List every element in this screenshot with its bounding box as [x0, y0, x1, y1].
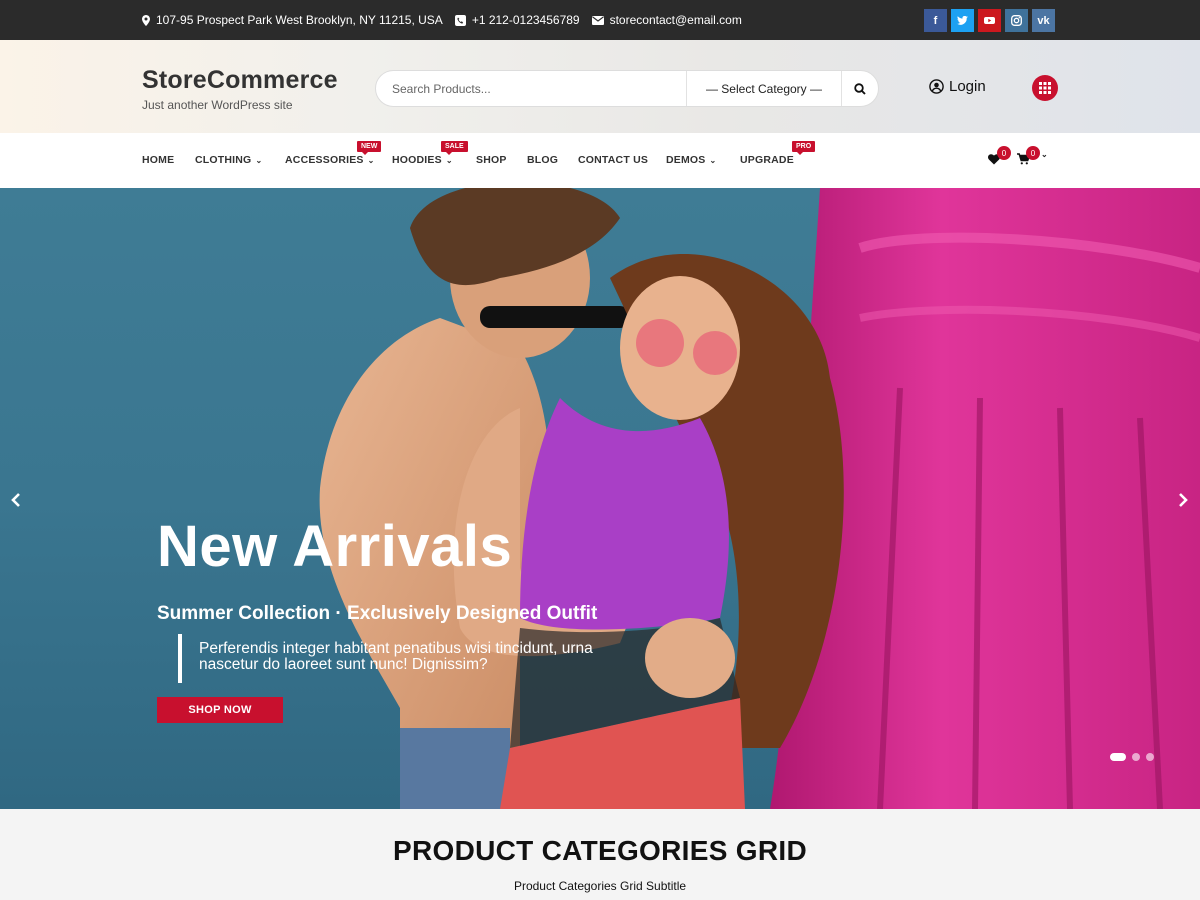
slider-pagination — [1110, 753, 1154, 761]
pro-badge: PRO — [792, 141, 816, 155]
search-icon — [854, 82, 866, 95]
facebook-icon[interactable]: f — [924, 9, 947, 32]
nav-item-hoodies[interactable]: HOODIES ⌄ — [392, 154, 453, 166]
search-button[interactable] — [842, 71, 878, 106]
product-categories-section: PRODUCT CATEGORIES GRID Product Categori… — [0, 809, 1200, 900]
section-title: PRODUCT CATEGORIES GRID — [393, 835, 807, 866]
address-text: 107-95 Prospect Park West Brooklyn, NY 1… — [156, 13, 443, 27]
nav-item-contact-us[interactable]: CONTACT US — [578, 154, 648, 166]
map-marker-icon — [142, 14, 150, 26]
nav-item-accessories[interactable]: ACCESSORIES ⌄ — [285, 154, 375, 166]
slide-dot[interactable] — [1110, 753, 1126, 761]
chevron-left-icon — [11, 493, 20, 507]
top-bar: 107-95 Prospect Park West Brooklyn, NY 1… — [0, 0, 1200, 40]
nav-label[interactable]: HOME — [142, 154, 174, 166]
slider-prev-button[interactable] — [8, 488, 24, 512]
site-header: StoreCommerce Just another WordPress sit… — [0, 40, 1200, 133]
nav-item-shop[interactable]: SHOP — [476, 154, 507, 166]
login-label[interactable]: Login — [949, 78, 986, 95]
nav-label[interactable]: CLOTHING — [195, 154, 251, 166]
nav-label[interactable]: CONTACT US — [578, 154, 648, 166]
login-link[interactable]: Login — [929, 78, 986, 95]
nav-item-demos[interactable]: DEMOS ⌄ — [666, 154, 716, 166]
nav-label[interactable]: BLOG — [527, 154, 558, 166]
envelope-icon — [591, 15, 604, 25]
offcanvas-menu-button[interactable] — [1032, 75, 1058, 101]
chevron-down-icon: ⌄ — [709, 155, 717, 165]
nav-item-blog[interactable]: BLOG — [527, 154, 558, 166]
site-title[interactable]: StoreCommerce — [142, 66, 338, 95]
category-select[interactable]: — Select Category — — [686, 71, 842, 106]
new-badge: NEW — [357, 141, 382, 155]
wishlist-count: 0 — [997, 146, 1011, 160]
email-text[interactable]: storecontact@email.com — [610, 13, 742, 27]
nav-item-clothing[interactable]: CLOTHING ⌄ — [195, 154, 262, 166]
site-tagline: Just another WordPress site — [142, 98, 293, 112]
chevron-down-icon: ⌄ — [445, 155, 453, 165]
hero-subtitle: Summer Collection · Exclusively Designed… — [157, 603, 598, 624]
phone-item[interactable]: +1 212-0123456789 — [454, 13, 580, 27]
vk-icon[interactable]: vk — [1032, 9, 1055, 32]
slider-next-button[interactable] — [1175, 488, 1191, 512]
chevron-right-icon — [1179, 493, 1188, 507]
nav-label[interactable]: UPGRADE — [740, 154, 794, 166]
chevron-down-icon: ⌄ — [367, 155, 375, 165]
sale-badge: SALE — [441, 141, 468, 155]
address-item: 107-95 Prospect Park West Brooklyn, NY 1… — [142, 13, 443, 27]
slide-dot[interactable] — [1146, 753, 1154, 761]
nav-item-upgrade[interactable]: UPGRADE — [740, 154, 794, 166]
hero-description: Perferendis integer habitant penatibus w… — [178, 634, 608, 683]
chevron-down-icon: ⌄ — [1041, 150, 1048, 159]
nav-label[interactable]: HOODIES — [392, 154, 442, 166]
hero-slider: New Arrivals Summer Collection · Exclusi… — [0, 188, 1200, 809]
shop-now-button[interactable]: SHOP NOW — [157, 697, 283, 723]
youtube-icon[interactable] — [978, 9, 1001, 32]
twitter-icon[interactable] — [951, 9, 974, 32]
wishlist-button[interactable]: 0 — [988, 146, 1011, 170]
cart-button[interactable]: 0 ⌄ — [1017, 146, 1048, 170]
nav-item-home[interactable]: HOME — [142, 154, 174, 166]
user-circle-icon — [929, 79, 944, 94]
grid-icon — [1039, 82, 1051, 94]
social-links: f vk — [924, 9, 1055, 32]
contact-info: 107-95 Prospect Park West Brooklyn, NY 1… — [142, 0, 742, 40]
product-search: — Select Category — — [375, 70, 879, 107]
slide-dot[interactable] — [1132, 753, 1140, 761]
section-subtitle: Product Categories Grid Subtitle — [513, 879, 687, 893]
hero-title: New Arrivals — [157, 514, 513, 579]
email-item[interactable]: storecontact@email.com — [591, 13, 742, 27]
cart-count: 0 — [1026, 146, 1040, 160]
phone-icon — [454, 14, 466, 26]
nav-label[interactable]: ACCESSORIES — [285, 154, 364, 166]
search-input[interactable] — [376, 71, 686, 106]
instagram-icon[interactable] — [1005, 9, 1028, 32]
chevron-down-icon: ⌄ — [255, 155, 263, 165]
nav-label[interactable]: SHOP — [476, 154, 507, 166]
nav-label[interactable]: DEMOS — [666, 154, 706, 166]
phone-text[interactable]: +1 212-0123456789 — [472, 13, 580, 27]
